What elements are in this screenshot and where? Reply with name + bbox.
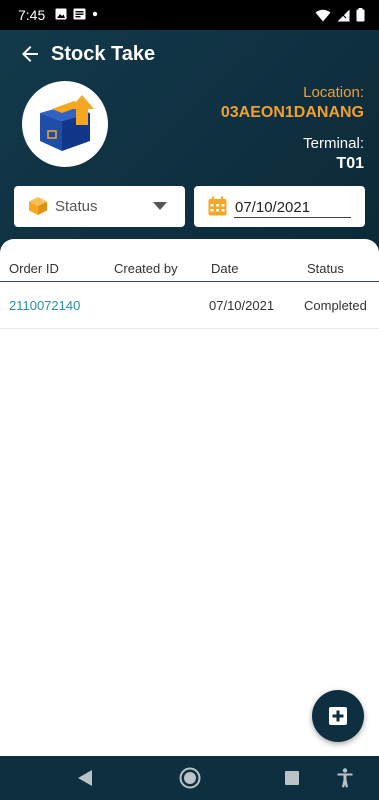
date-underline [234,217,351,218]
message-icon [73,8,86,20]
column-header-created-by: Created by [114,261,178,276]
signal-icon [337,9,350,21]
nav-home-button[interactable] [175,756,205,800]
table-row[interactable]: 2110072140 07/10/2021 Completed [0,283,379,329]
app-header: Stock Take Location: 03AEON1DANANG Termi… [0,30,379,256]
date-cell: 07/10/2021 [209,298,275,313]
content-panel: Order ID Created by Date Status 21100721… [0,239,379,756]
back-triangle-icon [78,770,92,786]
column-header-date: Date [211,261,239,276]
caret-down-icon [153,202,167,210]
box-icon [29,197,47,215]
column-header-status: Status [307,261,344,276]
status-bar: 7:45 [0,0,379,30]
page-title: Stock Take [51,43,156,65]
column-header-order-id: Order ID [9,261,59,276]
system-navigation-bar [0,756,379,800]
status-time: 7:45 [18,7,46,23]
image-icon [55,8,67,20]
date-picker-field[interactable]: 07/10/2021 [194,186,365,227]
terminal-label: Terminal: [303,135,364,152]
order-id-link[interactable]: 2110072140 [9,298,80,313]
calendar-icon [208,196,227,216]
status-cell: Completed [304,298,367,313]
battery-icon [356,8,365,22]
table-header: Order ID Created by Date Status [0,257,379,282]
home-circle-icon [179,767,201,789]
nav-accessibility-button[interactable] [330,756,360,800]
location-value: 03AEON1DANANG [220,104,364,121]
status-dropdown[interactable]: Status [14,186,185,227]
terminal-value: T01 [336,155,364,172]
recents-square-icon [285,771,299,785]
status-dropdown-label: Status [55,198,98,215]
stock-box-logo-icon [40,95,94,151]
date-value: 07/10/2021 [235,199,311,216]
nav-back-button[interactable] [70,756,100,800]
dot-icon [92,11,98,17]
nav-recents-button[interactable] [277,756,307,800]
location-label: Location: [303,84,364,101]
add-box-icon [329,707,347,725]
accessibility-icon [337,768,353,788]
back-arrow-icon[interactable] [18,42,42,66]
app-logo [22,81,108,167]
wifi-icon [315,9,331,21]
add-stock-take-button[interactable] [312,690,364,742]
